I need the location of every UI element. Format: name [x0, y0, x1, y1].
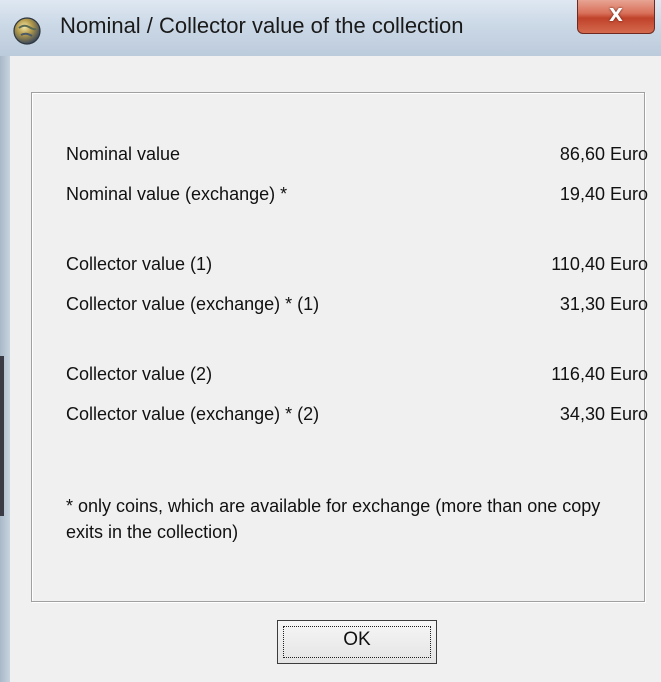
- frame-shadow: [0, 356, 4, 516]
- row-value: 110,40 Euro: [551, 254, 648, 274]
- row-label: Nominal value (exchange) *: [66, 184, 288, 204]
- title-bar[interactable]: Nominal / Collector value of the collect…: [0, 0, 661, 56]
- dialog-window: Nominal / Collector value of the collect…: [0, 0, 661, 682]
- ok-button-label: OK: [343, 629, 371, 650]
- values-groupbox: Nominal value 86,60 Euro Nominal value (…: [31, 92, 648, 602]
- row-collector-value-exchange-1: Collector value (exchange) * (1) 31,30 E…: [66, 294, 648, 320]
- row-label: Collector value (exchange) * (2): [66, 404, 320, 424]
- row-label: Nominal value: [66, 144, 181, 164]
- row-value: 19,40 Euro: [559, 184, 648, 204]
- coin-globe-icon: [13, 17, 41, 45]
- row-collector-value-exchange-2: Collector value (exchange) * (2) 34,30 E…: [66, 404, 648, 430]
- row-nominal-value-exchange: Nominal value (exchange) * 19,40 Euro: [66, 184, 648, 210]
- row-value: 31,30 Euro: [559, 294, 648, 314]
- row-collector-value-1: Collector value (1) 110,40 Euro: [66, 254, 648, 280]
- row-label: Collector value (2): [66, 364, 213, 384]
- row-label: Collector value (1): [66, 254, 213, 274]
- row-label: Collector value (exchange) * (1): [66, 294, 320, 314]
- row-value: 86,60 Euro: [559, 144, 648, 164]
- row-value: 34,30 Euro: [559, 404, 648, 424]
- window-title: Nominal / Collector value of the collect…: [60, 13, 464, 38]
- exchange-footnote: * only coins, which are available for ex…: [66, 496, 601, 542]
- row-value: 116,40 Euro: [551, 364, 648, 384]
- row-collector-value-2: Collector value (2) 116,40 Euro: [66, 364, 648, 390]
- ok-button[interactable]: OK: [277, 620, 437, 664]
- window-frame-left: [0, 56, 10, 682]
- dialog-body: Nominal value 86,60 Euro Nominal value (…: [10, 56, 661, 682]
- close-icon: X: [609, 5, 623, 26]
- row-nominal-value: Nominal value 86,60 Euro: [66, 144, 648, 170]
- close-button[interactable]: X: [577, 0, 655, 34]
